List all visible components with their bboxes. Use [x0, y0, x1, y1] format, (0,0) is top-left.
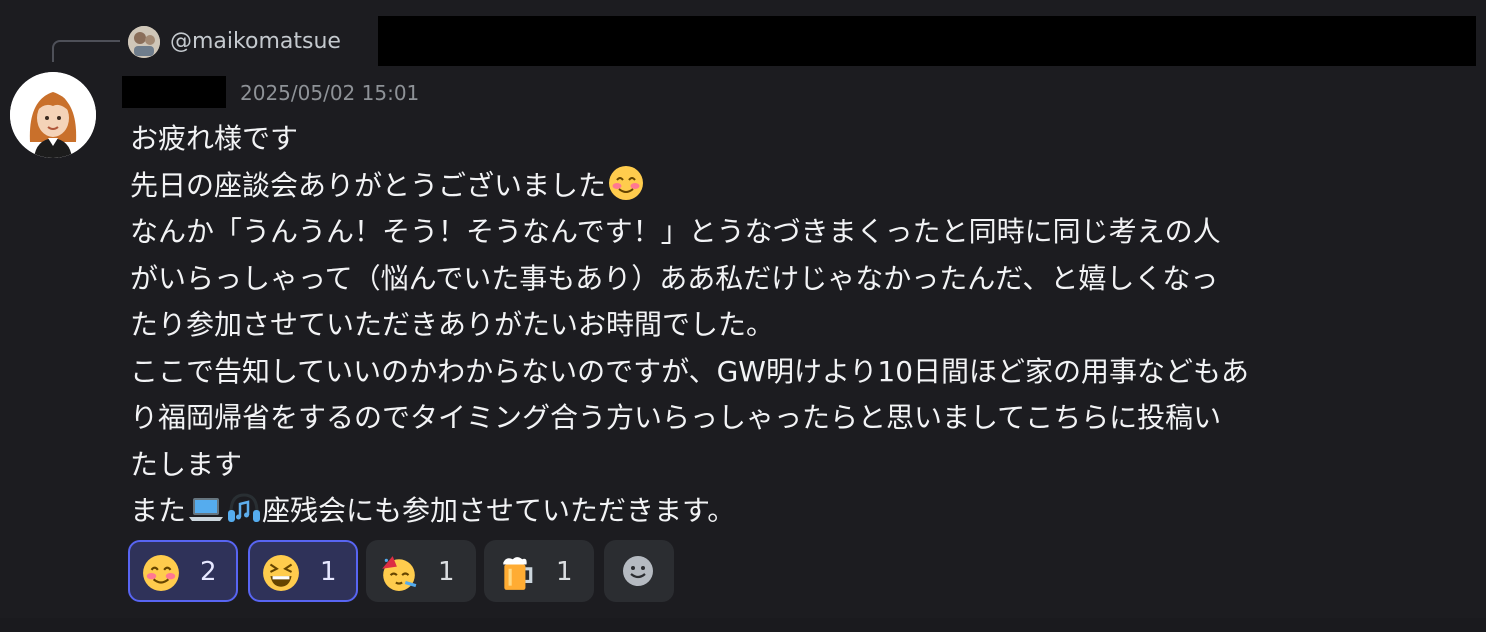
message-line: がいらっしゃって（悩んでいた事もあり）ああ私だけじゃなかったんだ、と嬉しくなっ — [130, 261, 1219, 295]
message-line: 先日の座談会ありがとうございました — [130, 163, 1470, 210]
message-content: お疲れ様です 先日の座談会ありがとうございました なんか「うんうん！そう！そうな… — [130, 116, 1470, 535]
laptop-icon — [188, 490, 224, 526]
reaction-count: 1 — [438, 557, 455, 587]
message-line: り福岡帰省をするのでタイミング合う方いらっしゃったらと思いましてこちらに投稿い — [130, 401, 1222, 434]
chat-message: @maikomatsue 2025/05/02 15:01 お疲れ様です 先日の… — [0, 0, 1486, 632]
message-line: なんか「うんうん！そう！そうなんです！」とうなづきまくったと同時に同じ考えの人 — [130, 215, 1221, 248]
smiling-blush-emoji-icon — [142, 554, 180, 592]
beer-mug-emoji-icon — [498, 554, 536, 592]
reply-avatar-image — [128, 26, 160, 58]
reaction-partying-face[interactable]: 1 — [366, 540, 476, 602]
message-line: たします — [130, 447, 243, 481]
partying-face-emoji-icon — [380, 554, 418, 592]
reaction-smiling-blush[interactable]: 2 — [128, 540, 238, 602]
author-avatar-image — [10, 72, 96, 158]
reply-preview-redacted[interactable] — [378, 16, 1476, 66]
reaction-grinning-squint[interactable]: 1 — [248, 540, 358, 602]
message-line: お疲れ様です — [130, 122, 299, 155]
reply-avatar[interactable] — [128, 26, 160, 58]
add-reaction-icon — [623, 556, 653, 586]
message-line: たり参加させていただきありがたいお時間でした。 — [130, 308, 775, 341]
reaction-count: 1 — [320, 557, 337, 587]
headphones-music-icon — [226, 490, 262, 526]
author-avatar[interactable] — [10, 72, 96, 158]
author-name-redacted[interactable] — [122, 76, 226, 108]
message-timestamp[interactable]: 2025/05/02 15:01 — [240, 80, 419, 106]
reaction-count: 1 — [556, 557, 573, 587]
reaction-count: 2 — [200, 557, 217, 587]
reply-author-handle[interactable]: @maikomatsue — [170, 28, 341, 56]
add-reaction-button[interactable] — [604, 540, 674, 602]
chat-frame: @maikomatsue 2025/05/02 15:01 お疲れ様です 先日の… — [0, 0, 1486, 632]
smiling-blush-emoji-icon — [608, 165, 644, 201]
grinning-squint-emoji-icon — [262, 554, 300, 592]
reply-connector-line — [52, 40, 120, 62]
message-line: ここで告知していいのかわからないのですが、GW明けより10日間ほど家の用事なども… — [130, 354, 1250, 388]
message-line: また 座残会にも参加させていただきます。 — [130, 488, 1470, 535]
bottom-divider — [0, 618, 1486, 632]
reaction-beer-mug[interactable]: 1 — [484, 540, 594, 602]
